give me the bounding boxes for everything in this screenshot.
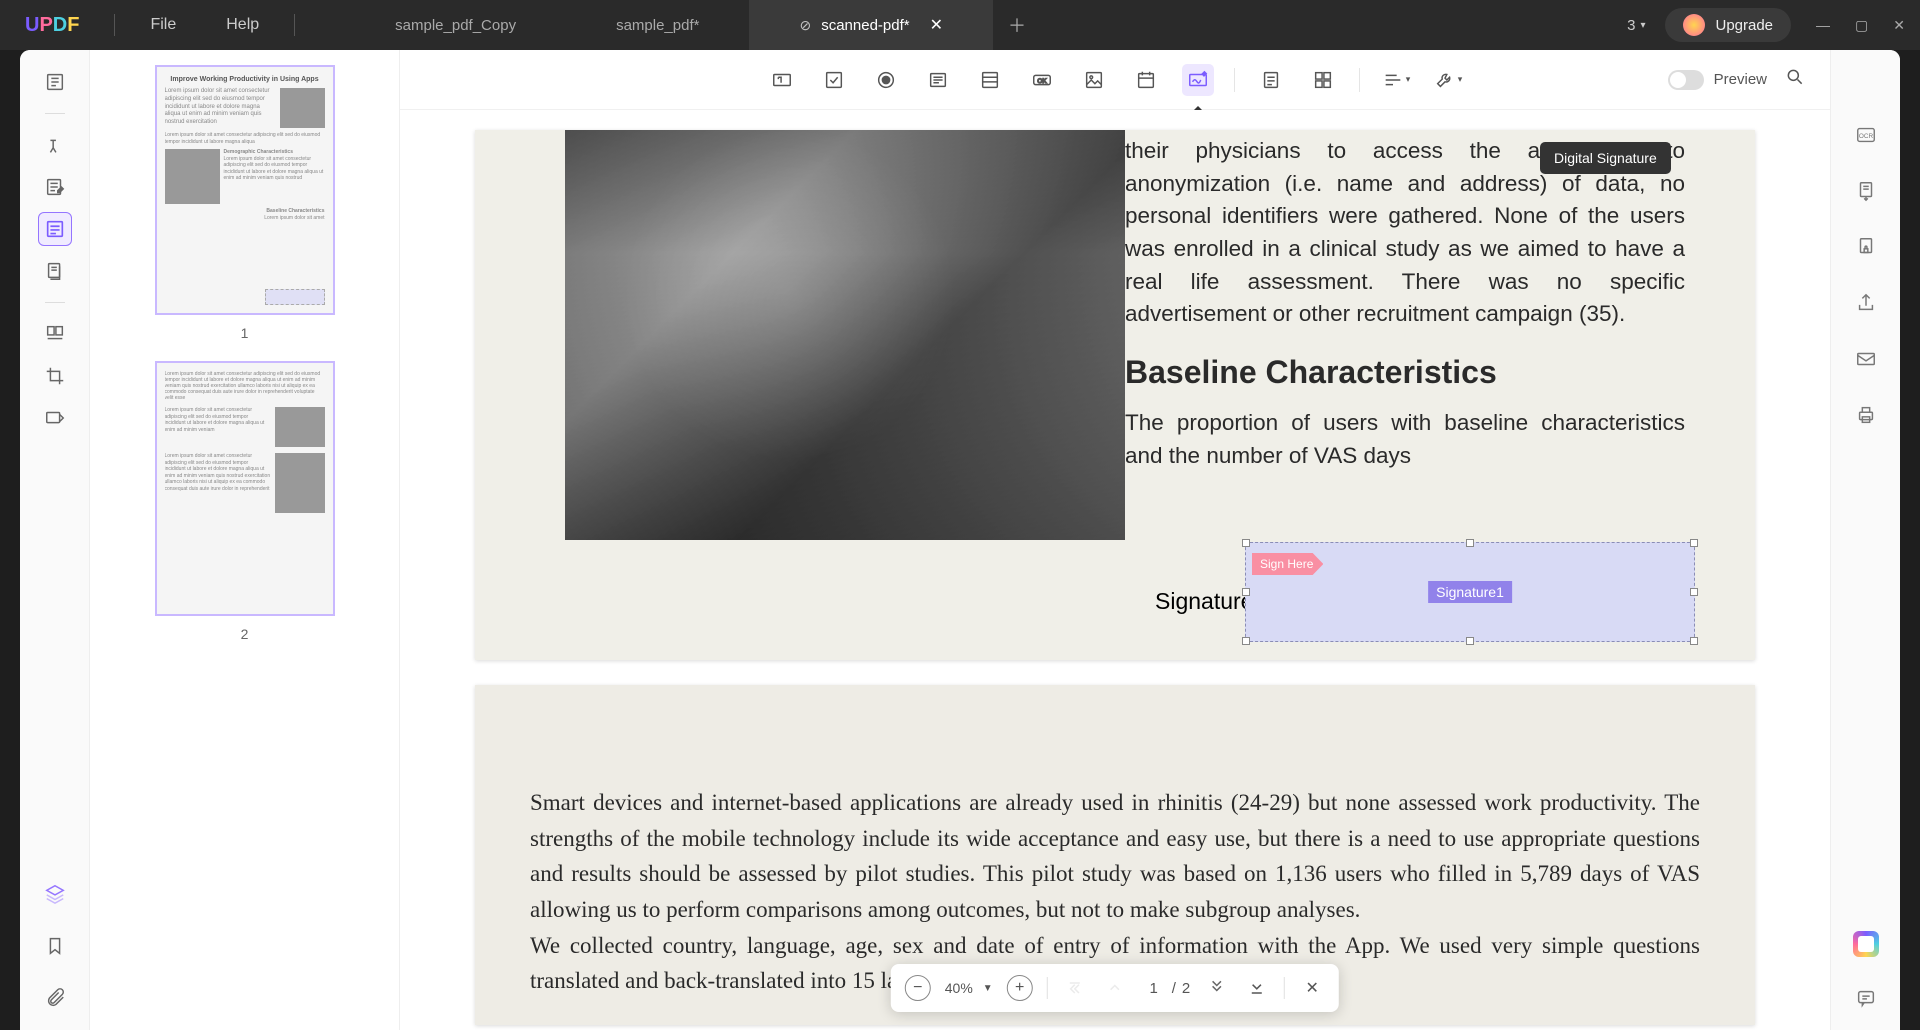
resize-handle[interactable]: [1690, 539, 1698, 547]
toggle-switch-icon: [1668, 70, 1704, 90]
tab-label: scanned-pdf*: [821, 17, 909, 34]
form-alignment-button[interactable]: [1307, 64, 1339, 96]
ocr-button[interactable]: OCR: [1849, 118, 1883, 152]
protect-button[interactable]: [1849, 230, 1883, 264]
right-rail: OCR: [1830, 50, 1900, 1030]
date-field-button[interactable]: [1130, 64, 1162, 96]
resize-handle[interactable]: [1242, 588, 1250, 596]
resize-handle[interactable]: [1242, 637, 1250, 645]
paragraph-text: The proportion of users with baseline ch…: [1125, 407, 1685, 472]
bookmark-button[interactable]: [38, 929, 72, 963]
next-page-button[interactable]: [1204, 975, 1230, 1001]
prev-page-button[interactable]: [1102, 975, 1128, 1001]
tab-scanned-pdf[interactable]: ⊘ scanned-pdf* ✕: [749, 0, 993, 50]
organize-mode-button[interactable]: [38, 254, 72, 288]
tab-label: sample_pdf*: [616, 17, 699, 34]
chat-button[interactable]: [1849, 981, 1883, 1015]
radio-button[interactable]: [870, 64, 902, 96]
sign-here-tag: Sign Here: [1252, 553, 1323, 575]
image-field-button[interactable]: [1078, 64, 1110, 96]
form-mode-button[interactable]: [38, 212, 72, 246]
menu-file[interactable]: File: [125, 16, 201, 34]
text-field-button[interactable]: [766, 64, 798, 96]
crop-button[interactable]: [38, 359, 72, 393]
digital-signature-tooltip: Digital Signature: [1540, 142, 1671, 174]
signature-field-name: Signature1: [1428, 581, 1512, 603]
tab-bar: sample_pdf_Copy sample_pdf* ⊘ scanned-pd…: [345, 0, 1617, 50]
tab-count[interactable]: 3 ▾: [1617, 17, 1655, 34]
digital-signature-button[interactable]: [1182, 64, 1214, 96]
page-1: Signature: their physicians to access th…: [475, 130, 1755, 660]
checkbox-button[interactable]: [818, 64, 850, 96]
titlebar: UPDF File Help sample_pdf_Copy sample_pd…: [0, 0, 1920, 50]
maximize-button[interactable]: ▢: [1855, 17, 1868, 34]
main-area: OK ▾ ▾ Preview Digital Signature: [400, 50, 1830, 1030]
thumbnail-1-number: 1: [105, 325, 384, 341]
svg-text:OK: OK: [1037, 77, 1047, 84]
align-button[interactable]: ▾: [1380, 64, 1412, 96]
zoom-in-button[interactable]: +: [1007, 975, 1033, 1001]
dropdown-button[interactable]: [922, 64, 954, 96]
resize-handle[interactable]: [1690, 588, 1698, 596]
listbox-button[interactable]: [974, 64, 1006, 96]
preview-toggle[interactable]: Preview: [1668, 70, 1767, 90]
upgrade-button[interactable]: Upgrade: [1665, 8, 1791, 42]
thumbnail-2-number: 2: [105, 626, 384, 642]
last-page-button[interactable]: [1244, 975, 1270, 1001]
resize-handle[interactable]: [1466, 637, 1474, 645]
resize-handle[interactable]: [1242, 539, 1250, 547]
thumbnail-panel: Improve Working Productivity in Using Ap…: [90, 50, 400, 1030]
first-page-button[interactable]: [1062, 975, 1088, 1001]
tools-button[interactable]: ▾: [1432, 64, 1464, 96]
svg-text:OCR: OCR: [1858, 133, 1873, 140]
tab-label: sample_pdf_Copy: [395, 17, 516, 34]
page-tools-button[interactable]: [38, 317, 72, 351]
avatar-icon: [1683, 14, 1705, 36]
thumbnail-page-1[interactable]: Improve Working Productivity in Using Ap…: [155, 65, 335, 315]
resize-handle[interactable]: [1690, 637, 1698, 645]
tab-close-button[interactable]: ✕: [930, 15, 943, 35]
add-tab-button[interactable]: ＋: [993, 12, 1041, 38]
menu-help[interactable]: Help: [201, 16, 284, 34]
thumbnail-page-2[interactable]: Lorem ipsum dolor sit amet consectetur a…: [155, 361, 335, 616]
button-field-button[interactable]: OK: [1026, 64, 1058, 96]
form-recognition-button[interactable]: [1255, 64, 1287, 96]
page-input[interactable]: 1: [1142, 980, 1166, 997]
reader-mode-button[interactable]: [38, 65, 72, 99]
export-button[interactable]: [1849, 174, 1883, 208]
comment-mode-button[interactable]: [38, 128, 72, 162]
resize-handle[interactable]: [1466, 539, 1474, 547]
heading-text: Baseline Characteristics: [1125, 349, 1685, 395]
zoom-out-button[interactable]: −: [905, 975, 931, 1001]
layers-button[interactable]: [38, 877, 72, 911]
page-number-display: 1 / 2: [1142, 980, 1191, 997]
signature-field[interactable]: Sign Here Signature1: [1245, 542, 1695, 642]
document-viewport[interactable]: Signature: their physicians to access th…: [400, 110, 1830, 1030]
attachment-button[interactable]: [38, 981, 72, 1015]
disabled-icon: ⊘: [799, 17, 811, 34]
tab-sample-copy[interactable]: sample_pdf_Copy: [345, 0, 566, 50]
edit-mode-button[interactable]: [38, 170, 72, 204]
zoom-dropdown[interactable]: 40%▼: [945, 980, 993, 996]
minimize-button[interactable]: —: [1816, 17, 1830, 34]
print-button[interactable]: [1849, 398, 1883, 432]
ai-assistant-button[interactable]: [1849, 927, 1883, 961]
share-button[interactable]: [1849, 286, 1883, 320]
paragraph-text: Smart devices and internet-based applica…: [530, 785, 1700, 928]
close-controls-button[interactable]: ✕: [1299, 975, 1325, 1001]
form-toolbar: OK ▾ ▾ Preview: [400, 50, 1830, 110]
close-button[interactable]: ✕: [1893, 17, 1905, 34]
tab-sample[interactable]: sample_pdf*: [566, 0, 749, 50]
scanned-photo: [565, 130, 1125, 540]
email-button[interactable]: [1849, 342, 1883, 376]
redact-button[interactable]: [38, 401, 72, 435]
left-rail: [20, 50, 90, 1030]
page-controls: − 40%▼ + 1 / 2 ✕: [891, 964, 1339, 1012]
app-logo: UPDF: [0, 14, 104, 37]
search-button[interactable]: [1785, 67, 1805, 92]
ai-icon: [1853, 931, 1879, 957]
